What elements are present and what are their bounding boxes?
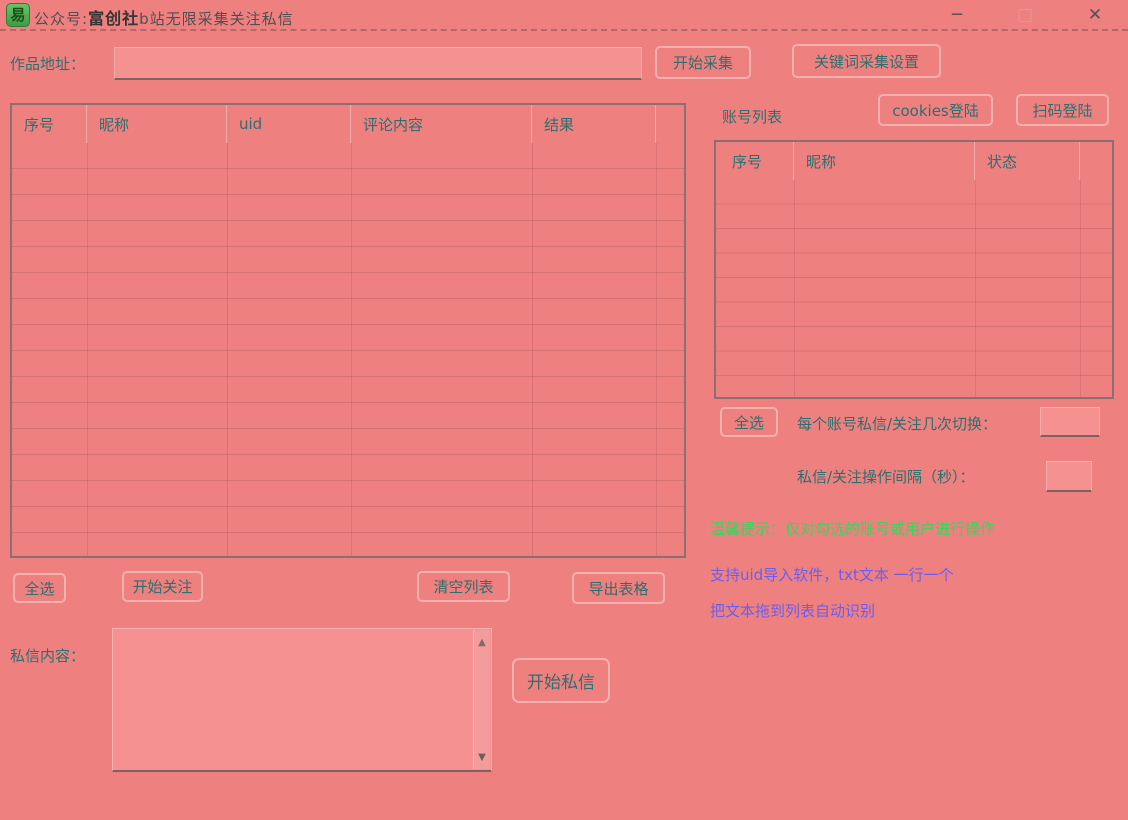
- comment-col-nickname: 昵称: [87, 105, 227, 143]
- account-col-index: 序号: [716, 142, 794, 180]
- window-title-prefix: 公众号:: [34, 10, 88, 28]
- qr-login-button[interactable]: 扫码登陆: [1016, 94, 1109, 126]
- work-address-input[interactable]: [114, 47, 642, 80]
- start-message-button[interactable]: 开始私信: [512, 658, 610, 703]
- comment-col-extra: [656, 105, 684, 143]
- export-table-button[interactable]: 导出表格: [572, 572, 665, 604]
- column-divider: [87, 143, 88, 556]
- switch-count-input[interactable]: [1040, 407, 1100, 437]
- comment-table-header: 序号 昵称 uid 评论内容 结果: [12, 105, 684, 143]
- account-select-all-button[interactable]: 全选: [720, 407, 778, 437]
- comment-select-all-button[interactable]: 全选: [13, 573, 66, 603]
- account-col-extra: [1080, 142, 1112, 180]
- app-logo-glyph: 易: [10, 8, 25, 23]
- scroll-down-icon[interactable]: ▼: [474, 749, 490, 765]
- comment-col-result: 结果: [532, 105, 656, 143]
- column-divider: [532, 143, 533, 556]
- work-address-label: 作品地址：: [10, 53, 85, 74]
- column-divider: [975, 180, 976, 397]
- account-table-body[interactable]: [716, 180, 1112, 397]
- comment-col-uid: uid: [227, 105, 351, 143]
- keyword-collect-settings-button[interactable]: 关键词采集设置: [792, 44, 941, 78]
- interval-input[interactable]: [1046, 461, 1092, 492]
- message-box: ▲ ▼: [112, 628, 492, 772]
- window-title-suffix: b站无限采集关注私信: [139, 10, 294, 28]
- scroll-up-icon[interactable]: ▲: [474, 634, 490, 650]
- switch-count-label: 每个账号私信/关注几次切换：: [797, 413, 997, 434]
- account-table: 序号 昵称 状态: [714, 140, 1114, 399]
- comment-table: 序号 昵称 uid 评论内容 结果: [10, 103, 686, 558]
- cookies-login-button[interactable]: cookies登陆: [878, 94, 993, 126]
- comment-col-content: 评论内容: [351, 105, 532, 143]
- column-divider: [656, 143, 657, 556]
- account-table-header: 序号 昵称 状态: [716, 142, 1112, 180]
- app-logo-icon: 易: [6, 3, 30, 27]
- start-collect-button[interactable]: 开始采集: [655, 46, 751, 79]
- interval-label: 私信/关注操作间隔（秒）：: [797, 466, 975, 487]
- warm-tip-text: 温馨提示：仅对勾选的账号或用户进行操作: [710, 518, 995, 539]
- column-divider: [794, 180, 795, 397]
- maximize-icon[interactable]: □: [1010, 2, 1040, 28]
- drag-text-tip-text: 把文本拖到列表自动识别: [710, 600, 875, 621]
- window-title-brand: 富创社: [88, 9, 139, 28]
- minimize-icon[interactable]: ─: [942, 2, 972, 28]
- clear-list-button[interactable]: 清空列表: [417, 571, 510, 602]
- account-col-status: 状态: [975, 142, 1080, 180]
- app-window: 易 公众号:富创社b站无限采集关注私信 ─ □ ✕ 作品地址： 开始采集 关键词…: [0, 0, 1128, 820]
- close-icon[interactable]: ✕: [1080, 2, 1110, 28]
- message-scrollbar[interactable]: ▲ ▼: [473, 630, 490, 769]
- uid-import-tip-text: 支持uid导入软件，txt文本 一行一个: [710, 564, 954, 585]
- message-content-input[interactable]: [113, 629, 473, 770]
- title-bar: 易 公众号:富创社b站无限采集关注私信 ─ □ ✕: [0, 0, 1128, 31]
- column-divider: [1080, 180, 1081, 397]
- window-title: 公众号:富创社b站无限采集关注私信: [34, 5, 294, 29]
- comment-col-index: 序号: [12, 105, 87, 143]
- column-divider: [227, 143, 228, 556]
- account-list-label: 账号列表: [722, 106, 782, 127]
- account-col-nickname: 昵称: [794, 142, 975, 180]
- column-divider: [351, 143, 352, 556]
- start-follow-button[interactable]: 开始关注: [122, 571, 203, 602]
- comment-table-body[interactable]: [12, 143, 684, 556]
- message-content-label: 私信内容：: [10, 645, 85, 666]
